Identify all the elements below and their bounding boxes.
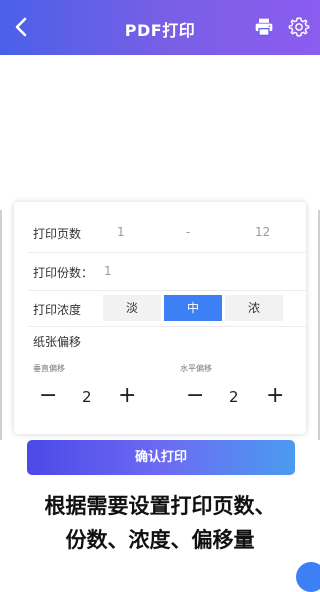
- density-option-dark[interactable]: 浓: [225, 295, 283, 321]
- density-option-medium[interactable]: 中: [164, 295, 222, 321]
- pages-to-field[interactable]: 12: [255, 225, 270, 239]
- floating-action-button[interactable]: [296, 562, 320, 592]
- print-settings-panel: 打印页数 1 - 12 打印份数： 1 打印浓度 淡 中 浓 纸张偏移 垂直偏移…: [14, 202, 306, 434]
- gear-icon[interactable]: [288, 16, 310, 38]
- horizontal-plus-button[interactable]: +: [266, 385, 284, 407]
- offset-label: 纸张偏移: [33, 335, 82, 349]
- app-header: PDF打印: [0, 0, 320, 55]
- horizontal-offset-label: 水平偏移: [180, 364, 212, 373]
- horizontal-offset-value: 2: [229, 388, 239, 406]
- caption-area: 根据需要设置打印页数、 份数、浓度、偏移量: [0, 484, 320, 573]
- vertical-minus-button[interactable]: −: [39, 385, 57, 407]
- caption-line-1: 根据需要设置打印页数、: [44, 494, 276, 518]
- density-label: 打印浓度: [33, 303, 82, 317]
- divider: [28, 290, 306, 291]
- vertical-plus-button[interactable]: +: [118, 385, 136, 407]
- horizontal-minus-button[interactable]: −: [186, 385, 204, 407]
- pages-label: 打印页数: [33, 227, 82, 241]
- pages-from-field[interactable]: 1: [117, 225, 125, 239]
- copies-field[interactable]: 1: [104, 264, 112, 278]
- confirm-print-button[interactable]: 确认打印: [27, 440, 295, 475]
- density-option-light[interactable]: 淡: [103, 295, 161, 321]
- page-edge-left: [0, 210, 2, 440]
- printer-icon[interactable]: [254, 17, 274, 37]
- copies-label: 打印份数：: [33, 266, 94, 280]
- pages-separator: -: [186, 225, 191, 239]
- caption-line-2: 份数、浓度、偏移量: [65, 528, 255, 552]
- divider: [28, 252, 306, 253]
- divider: [28, 326, 306, 327]
- vertical-offset-label: 垂直偏移: [33, 364, 65, 373]
- vertical-offset-value: 2: [82, 388, 92, 406]
